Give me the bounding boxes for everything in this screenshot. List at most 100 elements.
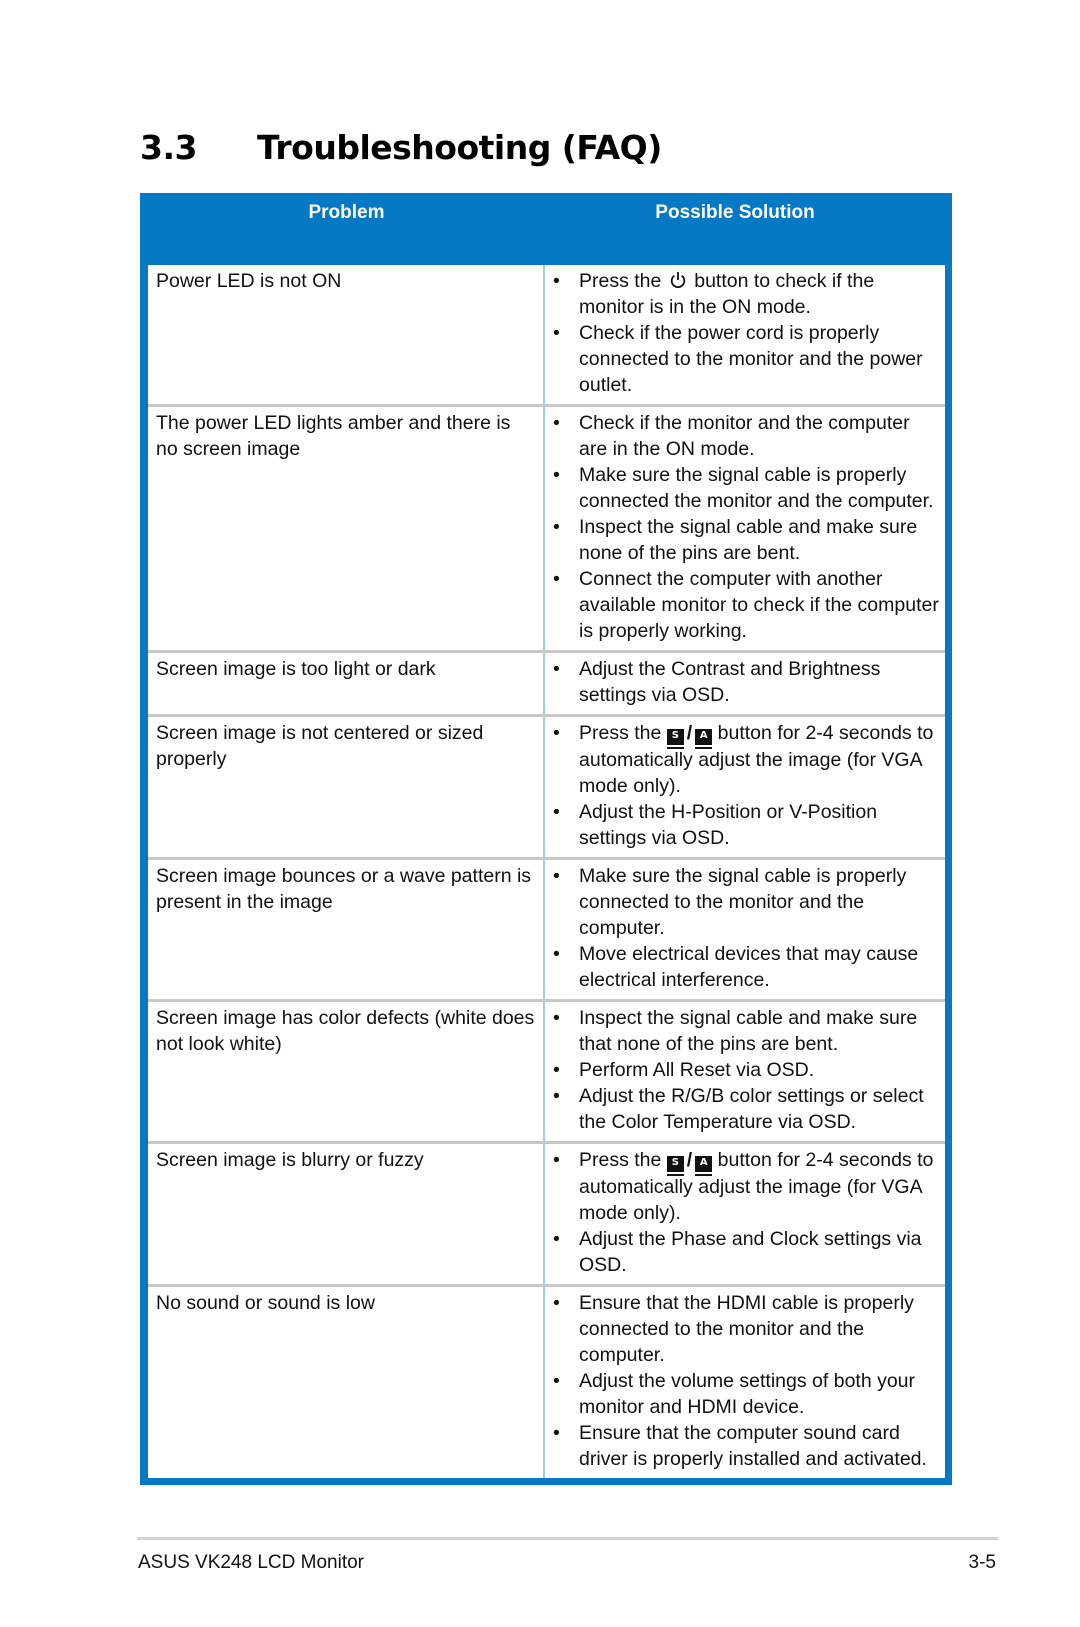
solution-text: Press the button to check if the monitor…: [579, 268, 939, 320]
solution-text-part: Make sure the signal cable is properly c…: [579, 464, 934, 512]
bullet-icon: •: [553, 1149, 560, 1171]
key-separator: /: [686, 1149, 693, 1171]
bullet-icon: •: [553, 270, 560, 292]
solution-item: • Ensure that the computer sound card dri…: [551, 1420, 939, 1472]
problem-cell: The power LED lights amber and there is …: [148, 407, 545, 650]
section-number: 3.3: [140, 128, 197, 167]
bullet-icon: •: [553, 1228, 560, 1250]
faq-table: Problem Possible Solution Power LED is n…: [140, 193, 952, 1485]
header-problem: Problem: [308, 202, 385, 223]
footer-page-number: 3-5: [968, 1552, 996, 1573]
solution-item: • Press the button to check if the monito…: [551, 268, 939, 320]
bullet-icon: •: [553, 1085, 560, 1107]
solution-item: • Inspect the signal cable and make sure …: [551, 514, 939, 566]
solution-text: Adjust the Contrast and Brightness setti…: [579, 656, 939, 708]
splendid-key-icon: S: [666, 1156, 684, 1174]
table-row: No sound or sound is low • Ensure that the…: [148, 1284, 945, 1478]
bullet-icon: •: [553, 322, 560, 344]
bullet-icon: •: [553, 658, 560, 680]
solution-text-part: Move electrical devices that may cause e…: [579, 943, 919, 991]
bullet-icon: •: [553, 865, 560, 887]
solution-item: • Press the S / A button for 2-4 seconds to…: [551, 720, 939, 799]
problem-cell: Screen image has color defects (white do…: [148, 1002, 545, 1141]
solution-item: • Inspect the signal cable and make sure …: [551, 1005, 939, 1057]
solution-text: Move electrical devices that may cause e…: [579, 941, 939, 993]
table-row: Screen image has color defects (white do…: [148, 999, 945, 1141]
bullet-icon: •: [553, 568, 560, 590]
solution-text-part: Adjust the H-Position or V-Position sett…: [579, 801, 878, 849]
solution-text: Adjust the H-Position or V-Position sett…: [579, 799, 939, 851]
table-row: The power LED lights amber and there is …: [148, 404, 945, 650]
solution-cell: • Check if the monitor and the computer a…: [545, 407, 945, 650]
solution-cell: • Make sure the signal cable is properly …: [545, 860, 945, 999]
problem-cell: Screen image is not centered or sized pr…: [148, 717, 545, 857]
solution-item: • Check if the monitor and the computer a…: [551, 410, 939, 462]
bullet-icon: •: [553, 801, 560, 823]
solution-text: Press the S / A button for 2-4 seconds to …: [579, 720, 939, 799]
table-body: Power LED is not ON • Press the button to …: [148, 265, 945, 1478]
bullet-icon: •: [553, 464, 560, 486]
solution-item: • Adjust the Phase and Clock settings via…: [551, 1226, 939, 1278]
solution-item: • Adjust the Contrast and Brightness sett…: [551, 656, 939, 708]
problem-cell: Screen image bounces or a wave pattern i…: [148, 860, 545, 999]
table-row: Power LED is not ON • Press the button to …: [148, 265, 945, 404]
header-solution: Possible Solution: [655, 202, 815, 223]
table-row: Screen image bounces or a wave pattern i…: [148, 857, 945, 999]
problem-cell: Screen image is too light or dark: [148, 653, 545, 714]
solution-text: Adjust the R/G/B color settings or selec…: [579, 1083, 939, 1135]
solution-item: • Check if the power cord is properly con…: [551, 320, 939, 398]
solution-text: Perform All Reset via OSD.: [579, 1057, 939, 1083]
solution-text: Check if the power cord is properly conn…: [579, 320, 939, 398]
problem-cell: Screen image is blurry or fuzzy: [148, 1144, 545, 1284]
bullet-icon: •: [553, 1007, 560, 1029]
solution-text-part: Adjust the Contrast and Brightness setti…: [579, 658, 881, 706]
solution-item: • Adjust the R/G/B color settings or sele…: [551, 1083, 939, 1135]
solution-item: • Press the S / A button for 2-4 seconds to…: [551, 1147, 939, 1226]
bullet-icon: •: [553, 1292, 560, 1314]
page-title: 3.3 Troubleshooting (FAQ): [140, 128, 662, 167]
solution-text-part: Make sure the signal cable is properly c…: [579, 865, 907, 939]
bullet-icon: •: [553, 516, 560, 538]
bullet-icon: •: [553, 722, 560, 744]
problem-cell: Power LED is not ON: [148, 265, 545, 404]
table-row: Screen image is not centered or sized pr…: [148, 714, 945, 857]
solution-text: Inspect the signal cable and make sure n…: [579, 514, 939, 566]
solution-cell: • Press the button to check if the monito…: [545, 265, 945, 404]
solution-text-part: Press the: [579, 722, 662, 744]
solution-text: Adjust the volume settings of both your …: [579, 1368, 939, 1420]
auto-adjust-key-icon: A: [695, 1156, 713, 1174]
bullet-icon: •: [553, 943, 560, 965]
solution-text-part: Inspect the signal cable and make sure t…: [579, 1007, 918, 1055]
solution-cell: • Inspect the signal cable and make sure …: [545, 1002, 945, 1141]
solution-text: Ensure that the HDMI cable is properly c…: [579, 1290, 939, 1368]
solution-text-part: Connect the computer with another availa…: [579, 568, 939, 642]
solution-text-part: Press the: [579, 1149, 662, 1171]
solution-text: Make sure the signal cable is properly c…: [579, 462, 939, 514]
solution-text: Adjust the Phase and Clock settings via …: [579, 1226, 939, 1278]
solution-text: Press the S / A button for 2-4 seconds to …: [579, 1147, 939, 1226]
solution-cell: • Ensure that the HDMI cable is properly …: [545, 1287, 945, 1478]
solution-text-part: Ensure that the computer sound card driv…: [579, 1422, 927, 1470]
solution-item: • Adjust the volume settings of both your…: [551, 1368, 939, 1420]
solution-text-part: Inspect the signal cable and make sure n…: [579, 516, 918, 564]
solution-item: • Connect the computer with another avail…: [551, 566, 939, 644]
solution-item: • Make sure the signal cable is properly …: [551, 462, 939, 514]
solution-text-part: Adjust the R/G/B color settings or selec…: [579, 1085, 924, 1133]
solution-text-part: Ensure that the HDMI cable is properly c…: [579, 1292, 914, 1366]
problem-cell: No sound or sound is low: [148, 1287, 545, 1478]
solution-text-part: Perform All Reset via OSD.: [579, 1059, 815, 1081]
table-row: Screen image is blurry or fuzzy • Press th…: [148, 1141, 945, 1284]
bullet-icon: •: [553, 1059, 560, 1081]
table-row: Screen image is too light or dark • Adjust…: [148, 650, 945, 714]
bullet-icon: •: [553, 1422, 560, 1444]
solution-item: • Move electrical devices that may cause …: [551, 941, 939, 993]
bullet-icon: •: [553, 412, 560, 434]
auto-adjust-key-icon: A: [695, 729, 713, 747]
solution-item: • Perform All Reset via OSD.: [551, 1057, 939, 1083]
footer-divider: [137, 1537, 998, 1540]
solution-item: • Adjust the H-Position or V-Position set…: [551, 799, 939, 851]
splendid-key-icon: S: [666, 729, 684, 747]
solution-text: Connect the computer with another availa…: [579, 566, 939, 644]
solution-text-part: Check if the power cord is properly conn…: [579, 322, 923, 396]
solution-cell: • Adjust the Contrast and Brightness sett…: [545, 653, 945, 714]
